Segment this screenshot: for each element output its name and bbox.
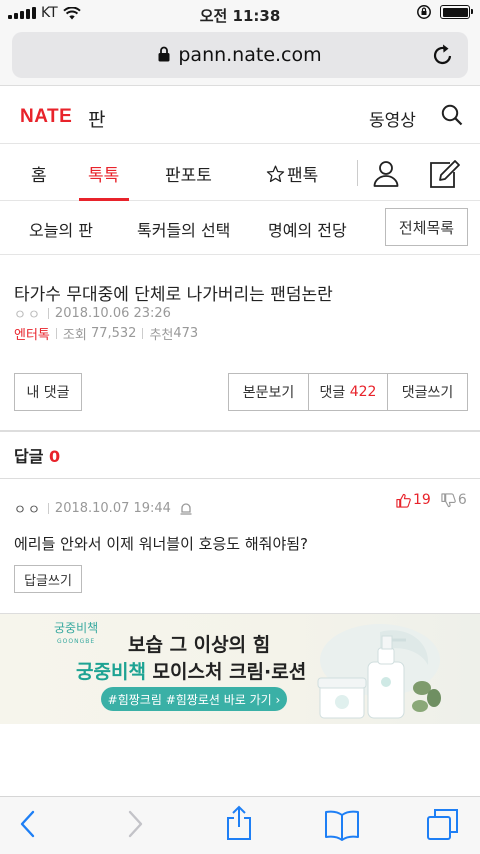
tab-panphoto[interactable]: 판포토 xyxy=(165,161,212,186)
lock-icon xyxy=(158,46,170,61)
ad-product-brand: 궁중비책 xyxy=(76,661,146,683)
ad-headline: 보습 그 이상의 힘 xyxy=(128,634,271,656)
comment-votes: 19 6 xyxy=(396,492,467,508)
thumbs-up-icon[interactable] xyxy=(396,493,411,508)
likes-count: 19 xyxy=(413,492,431,508)
article-title: 타가수 무대중에 단체로 나가버리는 팬덤논란 xyxy=(14,285,333,305)
tab-toktok[interactable]: 톡톡 xyxy=(88,161,119,186)
comment-text: 에리들 안와서 이제 워너블이 호응도 해줘야됨? xyxy=(14,535,309,553)
article-category[interactable]: 엔터톡 xyxy=(14,324,50,343)
tabs-icon[interactable] xyxy=(426,807,460,841)
search-icon[interactable] xyxy=(441,104,463,126)
recommend-label: 추천 xyxy=(149,328,174,343)
section-divider xyxy=(0,430,480,432)
meta-separator xyxy=(142,328,144,339)
comment-meta: ㅇㅇ 2018.10.07 19:44 xyxy=(14,499,193,518)
ad-brand-name: 궁중비책 xyxy=(54,621,99,635)
ad-banner[interactable]: 궁중비책 GOONGBE 보습 그 이상의 힘 궁중비책 모이스처 크림·로션 … xyxy=(0,614,480,724)
ad-cta-button[interactable]: #힘짱크림 #힘짱로션 바로 가기 › xyxy=(101,687,287,711)
section-title[interactable]: 판 xyxy=(88,105,105,132)
article-stats: 엔터톡 조회 77,532 추천 473 xyxy=(14,324,198,343)
status-right xyxy=(416,4,473,20)
forward-icon[interactable] xyxy=(124,809,146,839)
section-divider xyxy=(0,478,480,479)
browser-toolbar xyxy=(0,796,480,854)
ad-subheadline: 궁중비책 모이스처 크림·로션 xyxy=(76,657,306,684)
ad-brand-en: GOONGBE xyxy=(57,638,96,645)
comments-label: 댓글 xyxy=(319,385,346,401)
address-bar[interactable]: pann.nate.com xyxy=(12,32,468,78)
status-time: 오전 11:38 xyxy=(199,7,281,25)
meta-separator xyxy=(47,308,49,319)
meta-separator xyxy=(47,503,49,514)
ad-product-name: 모이스처 크림·로션 xyxy=(145,661,307,683)
nav-divider xyxy=(357,160,358,186)
site-header: NATE 판 동영상 xyxy=(0,86,480,144)
subnav-today[interactable]: 오늘의 판 xyxy=(29,217,93,241)
user-icon[interactable] xyxy=(372,159,400,187)
back-icon[interactable] xyxy=(17,809,39,839)
subnav-hall-of-fame[interactable]: 명예의 전당 xyxy=(268,217,347,241)
main-nav: 홈 톡톡 판포토 팬톡 xyxy=(0,144,480,201)
article-author: ㅇㅇ xyxy=(14,308,42,323)
article-date: 2018.10.06 23:26 xyxy=(54,306,171,321)
subnav-talkers-choice[interactable]: 톡커들의 선택 xyxy=(137,217,230,241)
bookmarks-icon[interactable] xyxy=(324,809,360,841)
all-list-button[interactable]: 전체목록 xyxy=(385,208,468,246)
ad-product-image xyxy=(317,624,441,719)
reply-label: 답글 xyxy=(14,447,44,466)
reply-count: 답글 0 xyxy=(14,443,60,467)
comments-count: 422 xyxy=(349,384,377,400)
browser-chrome: pann.nate.com xyxy=(0,28,480,86)
ad-brand-logo: 궁중비책 GOONGBE xyxy=(54,622,98,648)
video-link[interactable]: 동영상 xyxy=(369,106,416,131)
share-icon[interactable] xyxy=(225,805,253,841)
views-label: 조회 xyxy=(62,328,87,343)
status-bar: KT 오전 11:38 xyxy=(0,0,480,28)
comment-author: ㅇㅇ xyxy=(14,503,42,518)
report-icon[interactable] xyxy=(179,502,193,516)
star-icon xyxy=(266,165,285,182)
meta-separator xyxy=(55,328,57,339)
write-icon[interactable] xyxy=(428,159,460,189)
tab-fantalk[interactable]: 팬톡 xyxy=(266,161,318,186)
reply-write-button[interactable]: 답글쓰기 xyxy=(14,565,82,593)
article-meta: ㅇㅇ 2018.10.06 23:26 xyxy=(14,304,171,323)
tab-home[interactable]: 홈 xyxy=(31,161,47,186)
tab-fantalk-label: 팬톡 xyxy=(287,166,319,186)
reply-number: 0 xyxy=(49,447,61,466)
views-count: 77,532 xyxy=(90,326,137,341)
url-text: pann.nate.com xyxy=(178,44,322,66)
battery-icon xyxy=(440,5,473,19)
view-body-button[interactable]: 본문보기 xyxy=(228,373,309,411)
recommend-count: 473 xyxy=(173,326,199,341)
thumbs-down-icon[interactable] xyxy=(441,492,456,508)
comments-button[interactable]: 댓글 422 xyxy=(308,373,388,411)
my-comments-button[interactable]: 내 댓글 xyxy=(14,373,82,411)
nate-logo[interactable]: NATE xyxy=(20,106,72,128)
reload-icon[interactable] xyxy=(432,43,454,67)
write-comment-button[interactable]: 댓글쓰기 xyxy=(387,373,468,411)
orientation-lock-icon xyxy=(417,5,431,19)
url-display[interactable]: pann.nate.com xyxy=(12,44,468,66)
comment-date: 2018.10.07 19:44 xyxy=(54,501,171,516)
dislikes-count: 6 xyxy=(457,492,467,508)
